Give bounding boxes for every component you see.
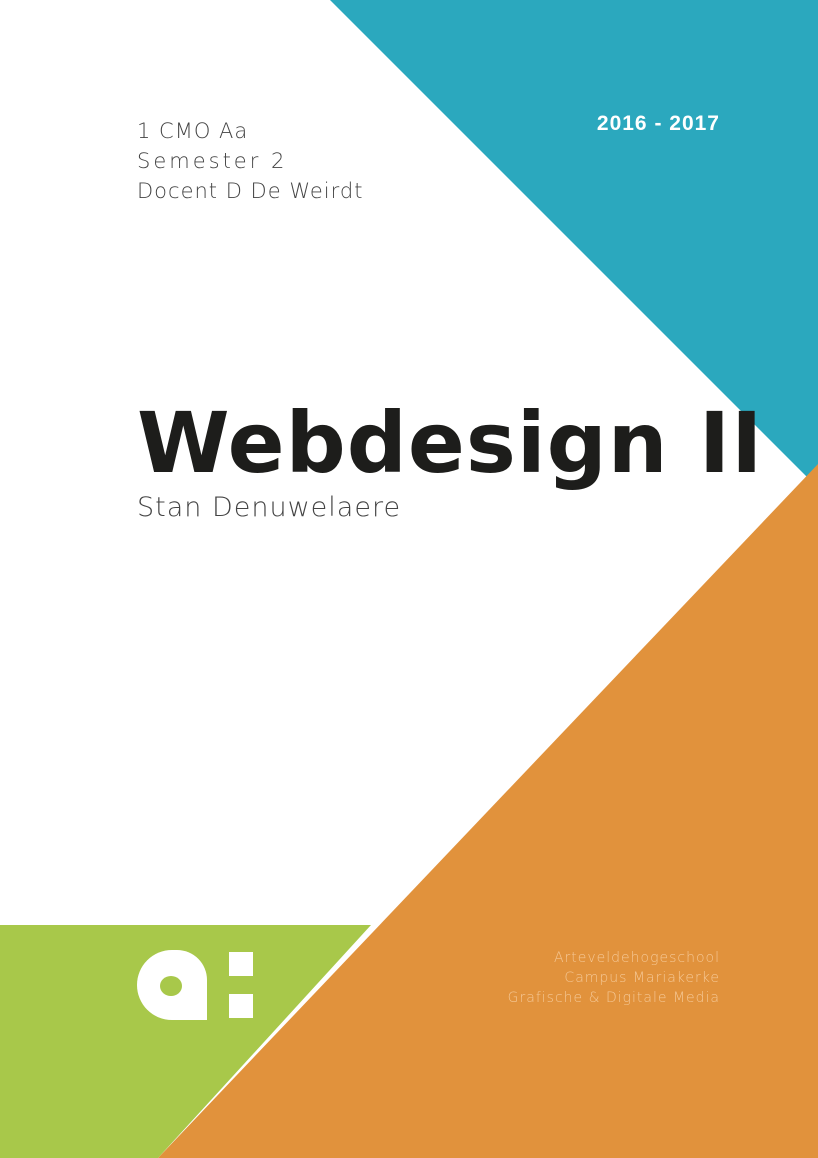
cover-page: 1 CMO Aa Semester 2 Docent D De Weirdt 2… bbox=[0, 0, 818, 1158]
logo-colon-top bbox=[229, 952, 253, 976]
logo-colon-bottom bbox=[229, 994, 253, 1018]
school-info: Arteveldehogeschool Campus Mariakerke Gr… bbox=[508, 948, 720, 1008]
school-name: Arteveldehogeschool bbox=[553, 950, 720, 966]
logo-a-counter bbox=[160, 976, 182, 996]
semester-line: Semester 2 bbox=[137, 149, 288, 173]
document-title: Webdesign II bbox=[137, 394, 764, 492]
course-meta: 1 CMO Aa Semester 2 Docent D De Weirdt bbox=[137, 116, 363, 206]
class-line: 1 CMO Aa bbox=[137, 119, 249, 143]
school-logo-icon bbox=[137, 950, 253, 1020]
school-campus: Campus Mariakerke bbox=[564, 970, 720, 986]
docent-line: Docent D De Weirdt bbox=[137, 179, 364, 203]
orange-shape bbox=[158, 464, 818, 1158]
academic-year: 2016 - 2017 bbox=[596, 112, 720, 135]
author-name: Stan Denuwelaere bbox=[137, 492, 402, 523]
school-department: Grafische & Digitale Media bbox=[507, 990, 720, 1006]
